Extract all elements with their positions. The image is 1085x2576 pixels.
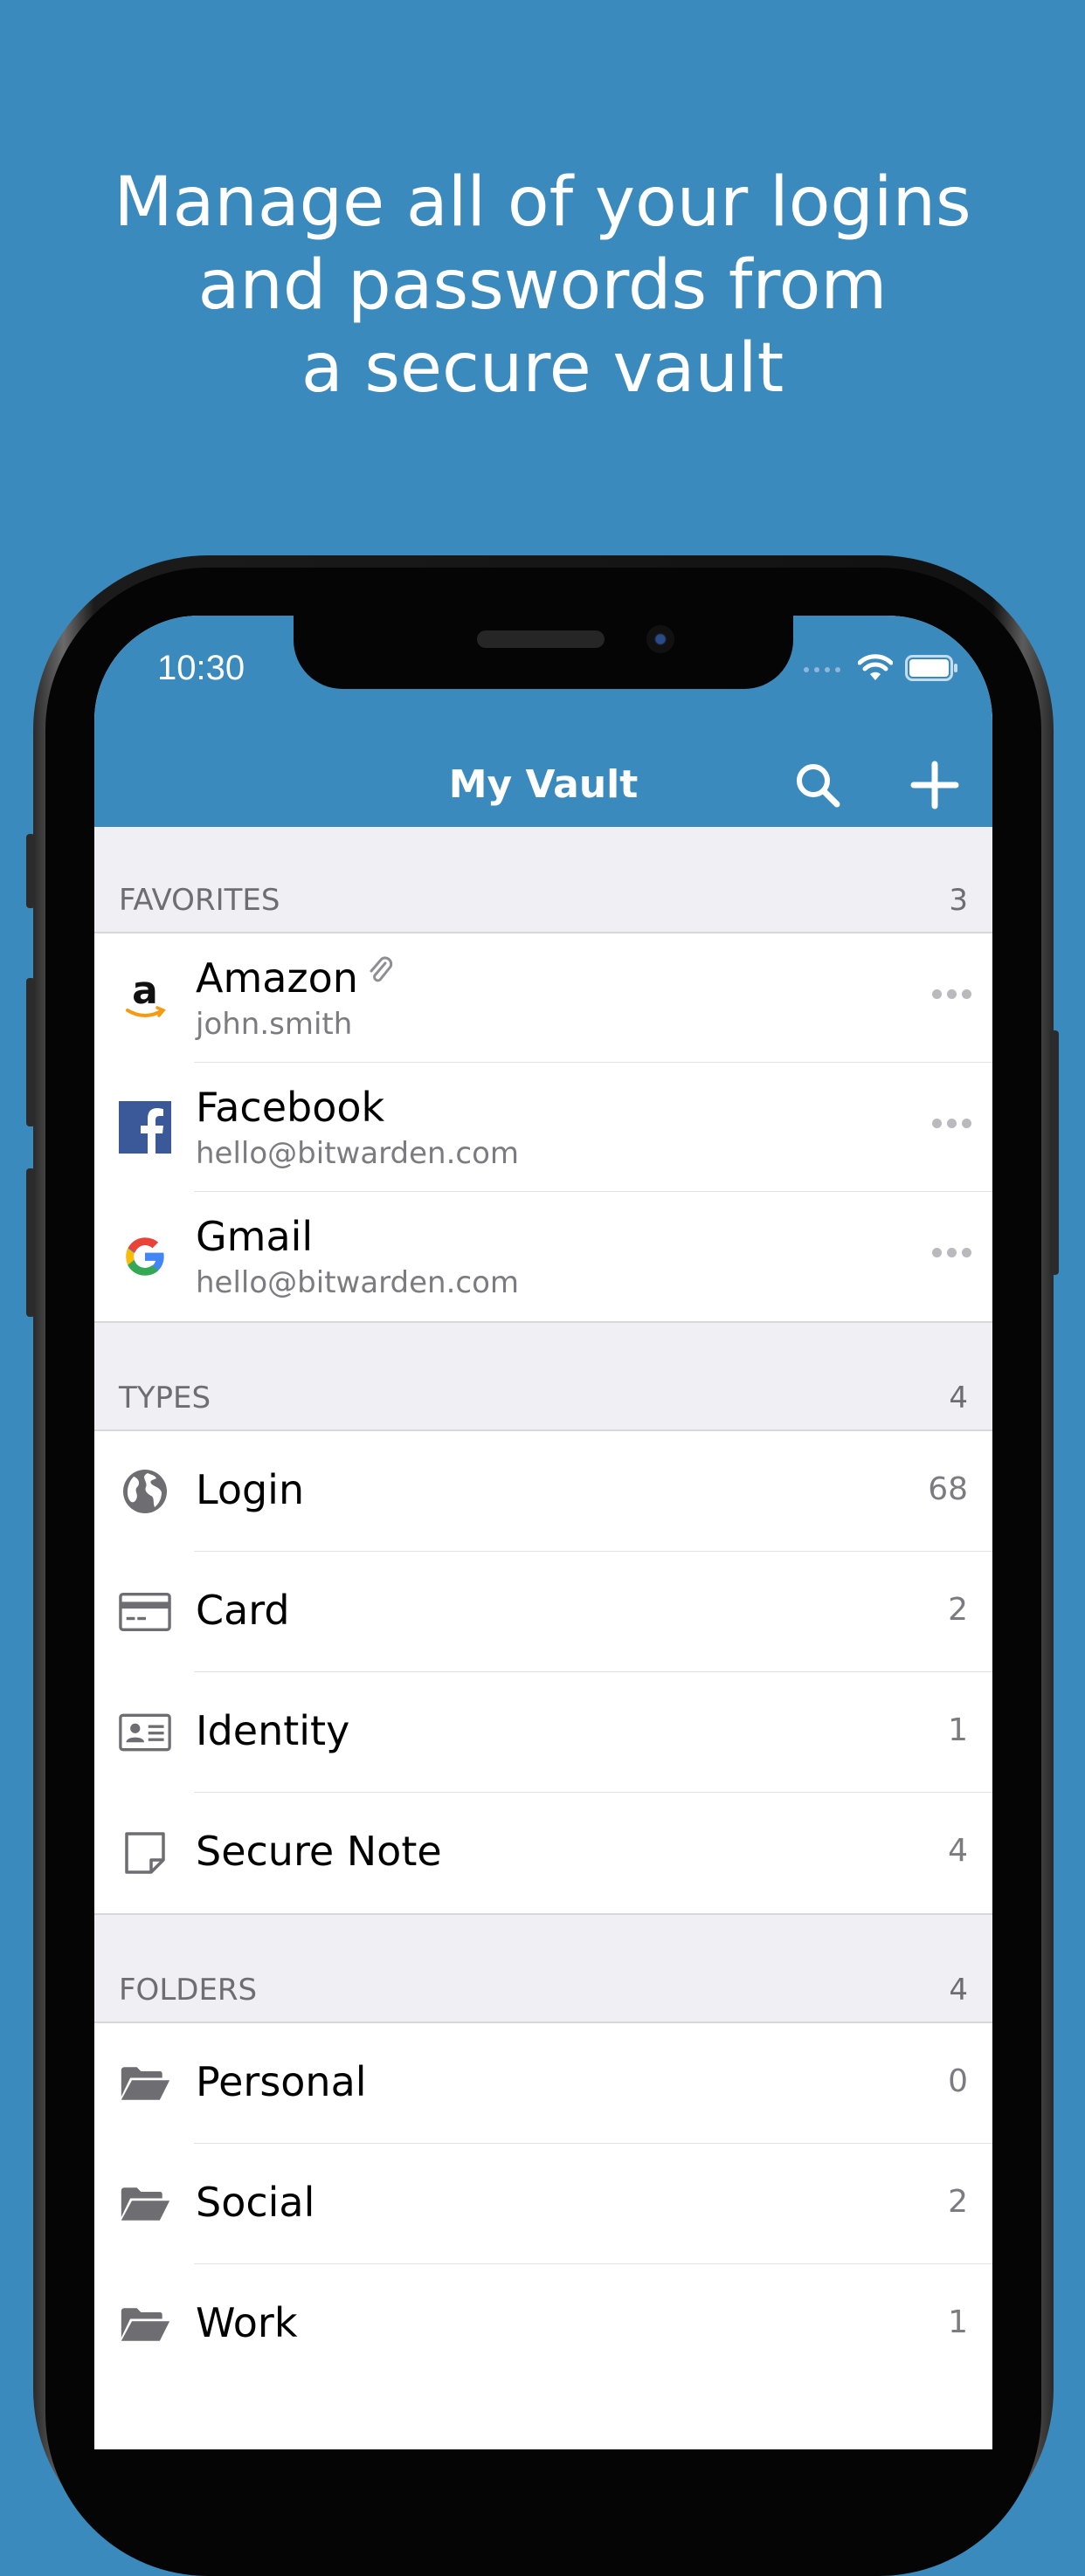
globe-icon: [119, 1465, 171, 1518]
navigation-bar: My Vault: [94, 740, 992, 827]
item-count: 4: [948, 1833, 968, 1869]
phone-power-button: [1050, 1030, 1059, 1275]
folder-open-icon: [119, 2178, 171, 2230]
search-icon[interactable]: [793, 761, 842, 809]
section-header-types: TYPES 4: [94, 1323, 992, 1431]
item-subtitle: hello@bitwarden.com: [196, 1265, 520, 1300]
phone-notch: [294, 616, 793, 689]
vault-list: FAVORITES 3 a Amazon john.smith Facebook…: [94, 827, 992, 2385]
page-title: My Vault: [448, 762, 639, 807]
list-item-identity[interactable]: Identity 1: [94, 1672, 992, 1793]
phone-volume-up-button: [26, 978, 35, 1126]
amazon-logo-icon: a: [119, 972, 171, 1024]
list-item-amazon[interactable]: a Amazon john.smith: [94, 933, 992, 1063]
add-icon[interactable]: [909, 759, 961, 811]
more-options-icon[interactable]: [932, 989, 971, 999]
folders-group: Personal 0 Social 2 Work 1: [94, 2023, 992, 2385]
item-count: 2: [948, 2184, 968, 2220]
wifi-icon: [858, 654, 893, 680]
section-count: 3: [949, 883, 968, 918]
item-title: Personal: [196, 2058, 367, 2105]
section-header-folders: FOLDERS 4: [94, 1915, 992, 2023]
section-label: FOLDERS: [119, 1973, 258, 2008]
paperclip-icon: [370, 956, 393, 982]
item-title: Gmail: [196, 1213, 314, 1260]
status-time: 10:30: [157, 649, 245, 687]
list-item-gmail[interactable]: Gmail hello@bitwarden.com: [94, 1192, 992, 1321]
id-card-icon: [119, 1706, 171, 1759]
battery-icon: [905, 655, 957, 681]
item-subtitle: hello@bitwarden.com: [196, 1136, 520, 1171]
section-header-favorites: FAVORITES 3: [94, 827, 992, 933]
phone-camera: [646, 625, 674, 653]
list-item-login[interactable]: Login 68: [94, 1431, 992, 1552]
item-title: Identity: [196, 1707, 350, 1754]
signal-icon: [804, 667, 840, 672]
section-count: 4: [949, 1973, 968, 2008]
item-count: 1: [948, 2304, 968, 2340]
phone-screen: 10:30 My Vault FAVORITES 3 a Amazon john…: [94, 616, 992, 2449]
headline-line-1: Manage all of your logins: [114, 163, 971, 242]
section-label: FAVORITES: [119, 883, 280, 918]
section-count: 4: [949, 1381, 968, 1415]
status-icons: [802, 654, 959, 682]
phone-volume-down-button: [26, 1168, 35, 1317]
list-item-work[interactable]: Work 1: [94, 2264, 992, 2385]
item-title: Work: [196, 2299, 298, 2346]
svg-text:a: a: [132, 972, 158, 1013]
item-count: 0: [948, 2063, 968, 2099]
facebook-logo-icon: [119, 1101, 171, 1154]
marketing-headline: Manage all of your logins and passwords …: [0, 162, 1085, 410]
item-title: Social: [196, 2179, 315, 2226]
item-title: Secure Note: [196, 1828, 442, 1875]
list-item-facebook[interactable]: Facebook hello@bitwarden.com: [94, 1063, 992, 1192]
credit-card-icon: [119, 1586, 171, 1638]
types-group: Login 68 Card 2 Identity 1 Secure Note 4: [94, 1431, 992, 1915]
folder-open-icon: [119, 2298, 171, 2351]
google-logo-icon: [119, 1230, 171, 1283]
favorites-group: a Amazon john.smith Facebook hello@bitwa…: [94, 933, 992, 1323]
item-title: Card: [196, 1587, 290, 1634]
item-subtitle: john.smith: [196, 1007, 353, 1042]
list-item-social[interactable]: Social 2: [94, 2144, 992, 2264]
item-title: Amazon: [196, 954, 358, 1002]
list-item-secure-note[interactable]: Secure Note 4: [94, 1793, 992, 1913]
list-item-personal[interactable]: Personal 0: [94, 2023, 992, 2144]
folder-open-icon: [119, 2057, 171, 2110]
item-count: 2: [948, 1592, 968, 1628]
more-options-icon[interactable]: [932, 1119, 971, 1128]
item-count: 1: [948, 1712, 968, 1748]
phone-mute-switch: [26, 834, 35, 908]
headline-line-2: and passwords from: [197, 246, 888, 325]
headline-line-3: a secure vault: [301, 329, 784, 408]
list-item-card[interactable]: Card 2: [94, 1552, 992, 1672]
item-title: Facebook: [196, 1084, 385, 1131]
item-count: 68: [928, 1471, 968, 1507]
item-title: Login: [196, 1466, 305, 1513]
more-options-icon[interactable]: [932, 1248, 971, 1257]
note-icon: [119, 1827, 171, 1879]
phone-speaker: [477, 630, 605, 648]
section-label: TYPES: [119, 1381, 211, 1415]
